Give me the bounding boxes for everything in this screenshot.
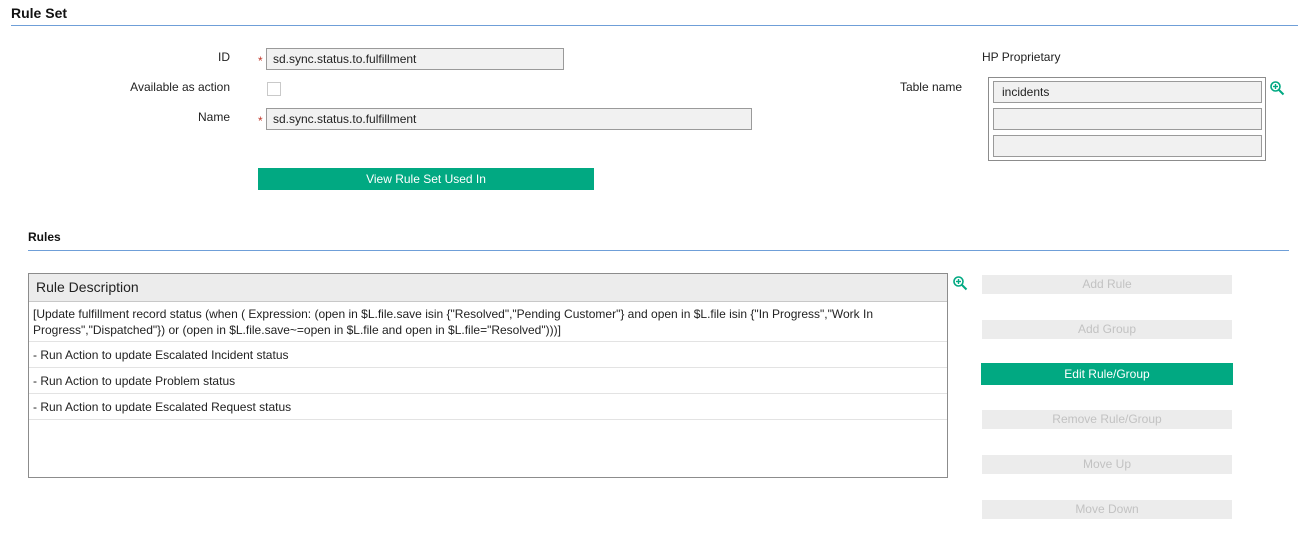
zoom-in-icon[interactable] bbox=[1269, 80, 1285, 96]
table-name-entry-3[interactable] bbox=[993, 135, 1262, 157]
table-name-label: Table name bbox=[899, 80, 962, 94]
table-row[interactable]: [Update fulfillment record status (when … bbox=[29, 302, 947, 342]
view-rule-set-used-in-button[interactable]: View Rule Set Used In bbox=[258, 168, 594, 190]
id-required-marker: * bbox=[258, 54, 263, 68]
rules-divider bbox=[28, 250, 1289, 251]
id-field[interactable]: sd.sync.status.to.fulfillment bbox=[266, 48, 564, 70]
rules-title: Rules bbox=[28, 230, 61, 244]
remove-rule-group-button[interactable]: Remove Rule/Group bbox=[982, 410, 1232, 429]
id-label: ID bbox=[218, 50, 230, 64]
edit-rule-group-button[interactable]: Edit Rule/Group bbox=[981, 363, 1233, 385]
page-title: Rule Set bbox=[11, 5, 68, 21]
table-row[interactable]: - Run Action to update Problem status bbox=[29, 368, 947, 394]
rules-table: Rule Description [Update fulfillment rec… bbox=[28, 273, 948, 478]
header-divider bbox=[11, 25, 1298, 26]
table-name-entry-2[interactable] bbox=[993, 108, 1262, 130]
name-required-marker: * bbox=[258, 114, 263, 128]
table-row[interactable]: - Run Action to update Escalated Request… bbox=[29, 394, 947, 420]
name-field[interactable]: sd.sync.status.to.fulfillment bbox=[266, 108, 752, 130]
rule-description-column-header[interactable]: Rule Description bbox=[29, 274, 947, 302]
zoom-in-icon[interactable] bbox=[952, 275, 968, 291]
hp-proprietary-label: HP Proprietary bbox=[982, 50, 1061, 64]
name-label: Name bbox=[197, 110, 230, 124]
move-down-button[interactable]: Move Down bbox=[982, 500, 1232, 519]
available-as-action-checkbox[interactable] bbox=[267, 82, 281, 96]
add-rule-button[interactable]: Add Rule bbox=[982, 275, 1232, 294]
table-row[interactable]: - Run Action to update Escalated Inciden… bbox=[29, 342, 947, 368]
table-name-entry-1[interactable]: incidents bbox=[993, 81, 1262, 103]
available-as-action-label: Available as action bbox=[130, 80, 230, 94]
add-group-button[interactable]: Add Group bbox=[982, 320, 1232, 339]
move-up-button[interactable]: Move Up bbox=[982, 455, 1232, 474]
